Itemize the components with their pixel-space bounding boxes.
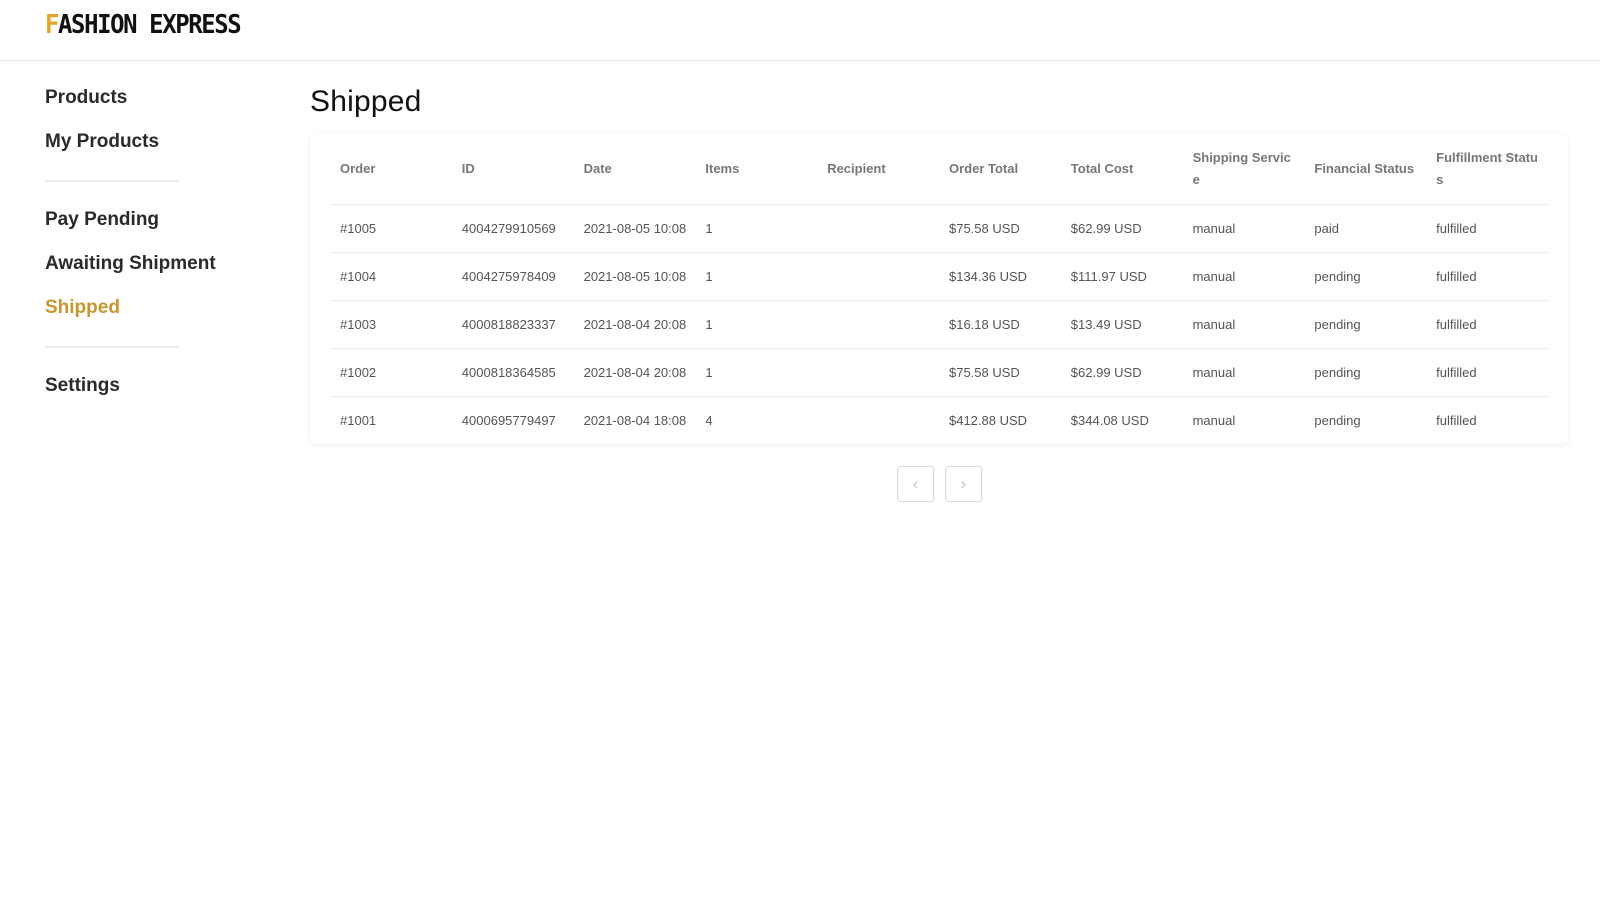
cell-total-cost: $111.97 USD bbox=[1060, 251, 1183, 300]
cell-total-cost: $62.99 USD bbox=[1060, 347, 1183, 396]
column-header-total-cost: Total Cost bbox=[1070, 160, 1134, 176]
cell-date: 2021-08-04 20:08 bbox=[573, 347, 696, 396]
table-row[interactable]: #1001 4000695779497 2021-08-04 18:08 4 $… bbox=[330, 395, 1548, 444]
cell-total-cost: $344.08 USD bbox=[1060, 395, 1183, 444]
cell-order: #1002 bbox=[330, 347, 452, 396]
cell-items: 4 bbox=[695, 395, 818, 444]
next-page-button[interactable]: › bbox=[945, 466, 982, 502]
logo-initial: F bbox=[45, 10, 59, 40]
cell-order: #1005 bbox=[330, 203, 452, 252]
cell-total-cost: $13.49 USD bbox=[1060, 299, 1183, 348]
orders-table: Order ID Date Items Recipient Order Tota… bbox=[330, 134, 1548, 444]
sidebar-item-products[interactable]: Products bbox=[45, 78, 245, 122]
table-row[interactable]: #1003 4000818823337 2021-08-04 20:08 1 $… bbox=[330, 299, 1548, 348]
sidebar-item-my-products[interactable]: My Products bbox=[45, 122, 245, 166]
table-row[interactable]: #1002 4000818364585 2021-08-04 20:08 1 $… bbox=[330, 347, 1548, 396]
cell-order-total: $134.36 USD bbox=[938, 251, 1061, 300]
cell-date: 2021-08-05 10:08 bbox=[573, 203, 696, 252]
column-header-id: ID bbox=[461, 160, 475, 176]
sidebar-item-pay-pending[interactable]: Pay Pending bbox=[45, 200, 245, 244]
main-content: Shipped Order ID Date Items Recipient Or… bbox=[310, 80, 1570, 444]
cell-date: 2021-08-05 10:08 bbox=[573, 251, 696, 300]
cell-order: #1004 bbox=[330, 251, 452, 300]
chevron-right-icon: › bbox=[959, 473, 968, 495]
cell-shipping-service: manual bbox=[1182, 203, 1305, 252]
orders-card: Order ID Date Items Recipient Order Tota… bbox=[310, 134, 1568, 444]
brand-logo[interactable]: FASHION EXPRESS bbox=[45, 10, 242, 40]
chevron-left-icon: ‹ bbox=[911, 473, 920, 495]
pagination: ‹ › bbox=[897, 466, 982, 502]
cell-id: 4004275978409 bbox=[451, 251, 574, 300]
cell-recipient bbox=[817, 203, 939, 252]
column-header-order: Order bbox=[340, 160, 376, 176]
cell-fulfillment-status: fulfilled bbox=[1426, 203, 1548, 252]
cell-financial-status: pending bbox=[1304, 251, 1427, 300]
cell-order: #1001 bbox=[330, 395, 452, 444]
cell-shipping-service: manual bbox=[1182, 395, 1305, 444]
cell-fulfillment-status: fulfilled bbox=[1426, 395, 1548, 444]
cell-shipping-service: manual bbox=[1182, 347, 1305, 396]
cell-fulfillment-status: fulfilled bbox=[1426, 251, 1548, 300]
logo-text: ASHION EXPRESS bbox=[58, 10, 242, 40]
top-bar: FASHION EXPRESS bbox=[0, 0, 1600, 61]
column-header-fulfillment-status: Fulfillment Status bbox=[1436, 149, 1539, 187]
sidebar-item-awaiting-shipment[interactable]: Awaiting Shipment bbox=[45, 244, 245, 288]
column-header-date: Date bbox=[583, 160, 612, 176]
sidebar-item-shipped[interactable]: Shipped bbox=[45, 288, 245, 332]
cell-items: 1 bbox=[695, 251, 818, 300]
cell-order-total: $412.88 USD bbox=[938, 395, 1061, 444]
cell-items: 1 bbox=[695, 347, 818, 396]
cell-recipient bbox=[817, 347, 939, 396]
cell-recipient bbox=[817, 395, 939, 444]
sidebar-divider bbox=[45, 346, 179, 348]
table-row[interactable]: #1005 4004279910569 2021-08-05 10:08 1 $… bbox=[330, 203, 1548, 252]
cell-order: #1003 bbox=[330, 299, 452, 348]
sidebar-divider bbox=[45, 180, 179, 182]
cell-order-total: $75.58 USD bbox=[938, 203, 1061, 252]
cell-id: 4000695779497 bbox=[451, 395, 574, 444]
page-title: Shipped bbox=[310, 85, 422, 118]
cell-items: 1 bbox=[695, 203, 818, 252]
table-header-row: Order ID Date Items Recipient Order Tota… bbox=[330, 134, 1548, 204]
column-header-order-total: Order Total bbox=[948, 160, 1019, 176]
column-header-financial-status: Financial Status bbox=[1314, 160, 1415, 176]
cell-recipient bbox=[817, 251, 939, 300]
cell-fulfillment-status: fulfilled bbox=[1426, 299, 1548, 348]
cell-total-cost: $62.99 USD bbox=[1060, 203, 1183, 252]
cell-date: 2021-08-04 20:08 bbox=[573, 299, 696, 348]
cell-shipping-service: manual bbox=[1182, 251, 1305, 300]
cell-order-total: $16.18 USD bbox=[938, 299, 1061, 348]
cell-items: 1 bbox=[695, 299, 818, 348]
sidebar: Products My Products Pay Pending Awaitin… bbox=[45, 78, 245, 410]
cell-recipient bbox=[817, 299, 939, 348]
cell-id: 4000818364585 bbox=[451, 347, 574, 396]
column-header-items: Items bbox=[705, 160, 740, 176]
column-header-recipient: Recipient bbox=[827, 160, 886, 176]
table-row[interactable]: #1004 4004275978409 2021-08-05 10:08 1 $… bbox=[330, 251, 1548, 300]
sidebar-item-settings[interactable]: Settings bbox=[45, 366, 245, 410]
cell-financial-status: pending bbox=[1304, 395, 1427, 444]
cell-shipping-service: manual bbox=[1182, 299, 1305, 348]
cell-financial-status: pending bbox=[1304, 347, 1427, 396]
cell-fulfillment-status: fulfilled bbox=[1426, 347, 1548, 396]
cell-id: 4000818823337 bbox=[451, 299, 574, 348]
prev-page-button[interactable]: ‹ bbox=[897, 466, 934, 502]
cell-order-total: $75.58 USD bbox=[938, 347, 1061, 396]
column-header-shipping-service: Shipping Service bbox=[1192, 149, 1291, 187]
cell-id: 4004279910569 bbox=[451, 203, 574, 252]
cell-financial-status: pending bbox=[1304, 299, 1427, 348]
cell-financial-status: paid bbox=[1304, 203, 1427, 252]
cell-date: 2021-08-04 18:08 bbox=[573, 395, 696, 444]
